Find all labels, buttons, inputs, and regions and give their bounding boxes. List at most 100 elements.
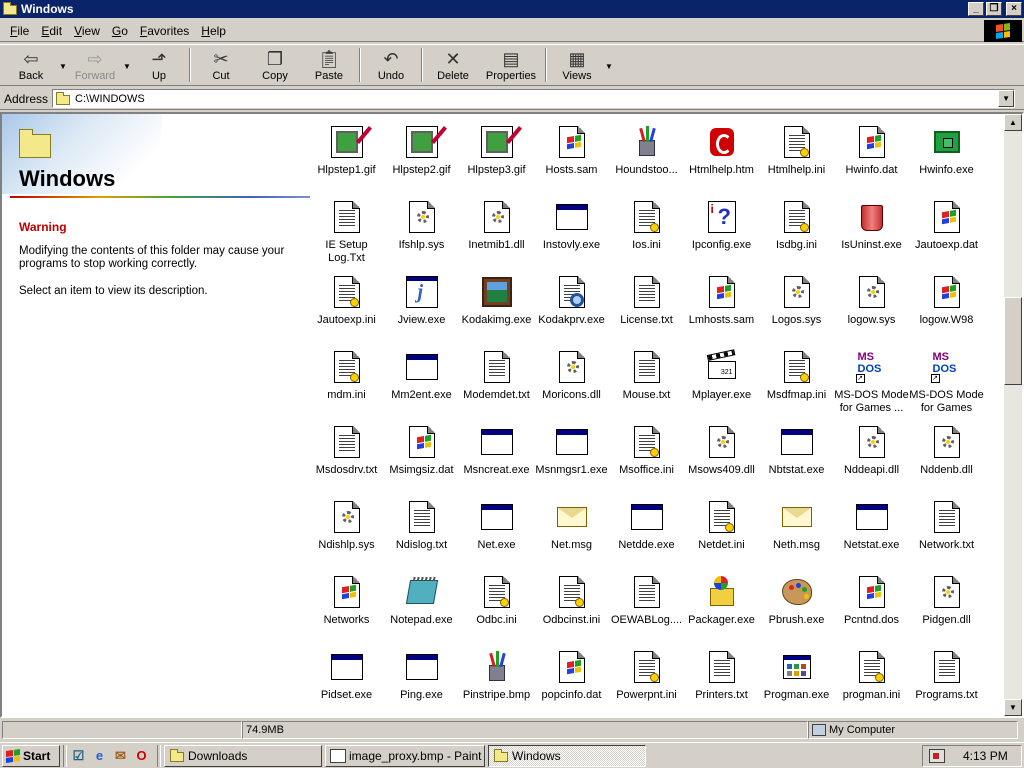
- task-paint[interactable]: image_proxy.bmp - Paint: [325, 744, 485, 767]
- file-item[interactable]: progman.ini: [834, 651, 909, 702]
- file-item[interactable]: MS DOS ↗ MS-DOS Mode for Games: [909, 351, 984, 415]
- file-item[interactable]: Inetmib1.dll: [459, 201, 534, 252]
- file-item[interactable]: Notepad.exe: [384, 576, 459, 627]
- file-item[interactable]: OEWABLog....: [609, 576, 684, 627]
- menu-view[interactable]: View: [68, 24, 106, 38]
- copy-button[interactable]: ❐ Copy: [248, 45, 302, 85]
- file-item[interactable]: Hlpstep3.gif: [459, 126, 534, 177]
- file-item[interactable]: Hwinfo.dat: [834, 126, 909, 177]
- file-item[interactable]: 321 Mplayer.exe: [684, 349, 759, 402]
- file-item[interactable]: Printers.txt: [684, 651, 759, 702]
- file-item[interactable]: Hosts.sam: [534, 126, 609, 177]
- file-item[interactable]: Ifshlp.sys: [384, 201, 459, 252]
- file-item[interactable]: Odbc.ini: [459, 576, 534, 627]
- file-item[interactable]: Pinstripe.bmp: [459, 651, 534, 702]
- file-item[interactable]: Packager.exe: [684, 576, 759, 627]
- file-item[interactable]: popcinfo.dat: [534, 651, 609, 702]
- file-item[interactable]: Ios.ini: [609, 201, 684, 252]
- file-item[interactable]: Netdde.exe: [609, 501, 684, 552]
- forward-button[interactable]: ⇨ Forward: [68, 45, 122, 85]
- maximize-button[interactable]: ❐: [986, 2, 1002, 16]
- file-item[interactable]: Mm2ent.exe: [384, 351, 459, 402]
- file-item[interactable]: Instovly.exe: [534, 201, 609, 252]
- scroll-down-icon[interactable]: ▼: [1004, 699, 1022, 716]
- file-item[interactable]: Modemdet.txt: [459, 351, 534, 402]
- file-item[interactable]: Network.txt: [909, 501, 984, 552]
- outlook-express-icon[interactable]: ✉: [112, 747, 129, 764]
- views-button[interactable]: ▦ Views: [550, 45, 604, 85]
- file-item[interactable]: j Jview.exe: [384, 276, 459, 327]
- file-item[interactable]: Ping.exe: [384, 651, 459, 702]
- menu-help[interactable]: Help: [195, 24, 232, 38]
- forward-dropdown-icon[interactable]: ▼: [122, 60, 132, 71]
- file-item[interactable]: Ndishlp.sys: [309, 501, 384, 552]
- start-button[interactable]: Start: [2, 744, 60, 767]
- file-item[interactable]: Pidset.exe: [309, 651, 384, 702]
- file-item[interactable]: Networks: [309, 576, 384, 627]
- vertical-scrollbar[interactable]: ▲ ▼: [1004, 114, 1022, 716]
- file-item[interactable]: Net.exe: [459, 501, 534, 552]
- up-button[interactable]: ⬏ Up: [132, 45, 186, 85]
- views-dropdown-icon[interactable]: ▼: [604, 60, 614, 71]
- file-item[interactable]: Jautoexp.ini: [309, 276, 384, 327]
- file-item[interactable]: Progman.exe: [759, 651, 834, 702]
- file-item[interactable]: i? Ipconfig.exe: [684, 201, 759, 252]
- file-item[interactable]: Pcntnd.dos: [834, 576, 909, 627]
- file-item[interactable]: License.txt: [609, 276, 684, 327]
- file-item[interactable]: Kodakimg.exe: [459, 276, 534, 327]
- file-item[interactable]: Powerpnt.ini: [609, 651, 684, 702]
- file-item[interactable]: Nbtstat.exe: [759, 426, 834, 477]
- file-item[interactable]: Msoffice.ini: [609, 426, 684, 477]
- menu-go[interactable]: Go: [106, 24, 134, 38]
- file-item[interactable]: Neth.msg: [759, 501, 834, 552]
- show-desktop-icon[interactable]: ☑: [70, 747, 87, 764]
- properties-button[interactable]: ▤ Properties: [480, 45, 542, 85]
- internet-explorer-icon[interactable]: e: [91, 747, 108, 764]
- file-item[interactable]: Msnmgsr1.exe: [534, 426, 609, 477]
- file-item[interactable]: Logos.sys: [759, 276, 834, 327]
- opera-icon[interactable]: O: [133, 747, 150, 764]
- file-item[interactable]: Pbrush.exe: [759, 576, 834, 627]
- file-item[interactable]: mdm.ini: [309, 351, 384, 402]
- file-item[interactable]: Pidgen.dll: [909, 576, 984, 627]
- file-item[interactable]: Htmlhelp.htm: [684, 126, 759, 177]
- file-item[interactable]: Programs.txt: [909, 651, 984, 702]
- file-item[interactable]: IsUninst.exe: [834, 201, 909, 252]
- file-item[interactable]: Mouse.txt: [609, 351, 684, 402]
- file-item[interactable]: Moricons.dll: [534, 351, 609, 402]
- back-dropdown-icon[interactable]: ▼: [58, 60, 68, 71]
- file-item[interactable]: Jautoexp.dat: [909, 201, 984, 252]
- scroll-thumb[interactable]: [1004, 297, 1022, 385]
- file-item[interactable]: MS DOS ↗ MS-DOS Mode for Games ...: [834, 351, 909, 415]
- minimize-button[interactable]: _: [968, 2, 984, 16]
- file-item[interactable]: Msncreat.exe: [459, 426, 534, 477]
- file-item[interactable]: Hlpstep1.gif: [309, 126, 384, 177]
- file-item[interactable]: Msdosdrv.txt: [309, 426, 384, 477]
- menu-edit[interactable]: Edit: [35, 24, 68, 38]
- file-item[interactable]: Nddenb.dll: [909, 426, 984, 477]
- file-item[interactable]: Netstat.exe: [834, 501, 909, 552]
- clock[interactable]: 4:13 PM: [963, 749, 1008, 763]
- back-button[interactable]: ⇦ Back: [4, 45, 58, 85]
- address-input[interactable]: C:\WINDOWS ▼: [52, 89, 1016, 108]
- file-item[interactable]: Msimgsiz.dat: [384, 426, 459, 477]
- file-item[interactable]: Houndstoo...: [609, 126, 684, 177]
- file-item[interactable]: Htmlhelp.ini: [759, 126, 834, 177]
- file-item[interactable]: Hwinfo.exe: [909, 126, 984, 177]
- file-item[interactable]: Ndislog.txt: [384, 501, 459, 552]
- file-item[interactable]: Odbcinst.ini: [534, 576, 609, 627]
- close-button[interactable]: ×: [1006, 2, 1022, 16]
- file-item[interactable]: Net.msg: [534, 501, 609, 552]
- file-item[interactable]: Netdet.ini: [684, 501, 759, 552]
- delete-button[interactable]: ✕ Delete: [426, 45, 480, 85]
- cut-button[interactable]: ✂ Cut: [194, 45, 248, 85]
- file-item[interactable]: Msows409.dll: [684, 426, 759, 477]
- file-item[interactable]: IE Setup Log.Txt: [309, 201, 384, 265]
- undo-button[interactable]: ↶ Undo: [364, 45, 418, 85]
- task-downloads[interactable]: Downloads: [164, 744, 322, 767]
- file-item[interactable]: Isdbg.ini: [759, 201, 834, 252]
- task-windows[interactable]: Windows: [488, 744, 646, 767]
- address-dropdown-icon[interactable]: ▼: [998, 90, 1015, 107]
- file-item[interactable]: Lmhosts.sam: [684, 276, 759, 327]
- paste-button[interactable]: 📋︎ Paste: [302, 45, 356, 85]
